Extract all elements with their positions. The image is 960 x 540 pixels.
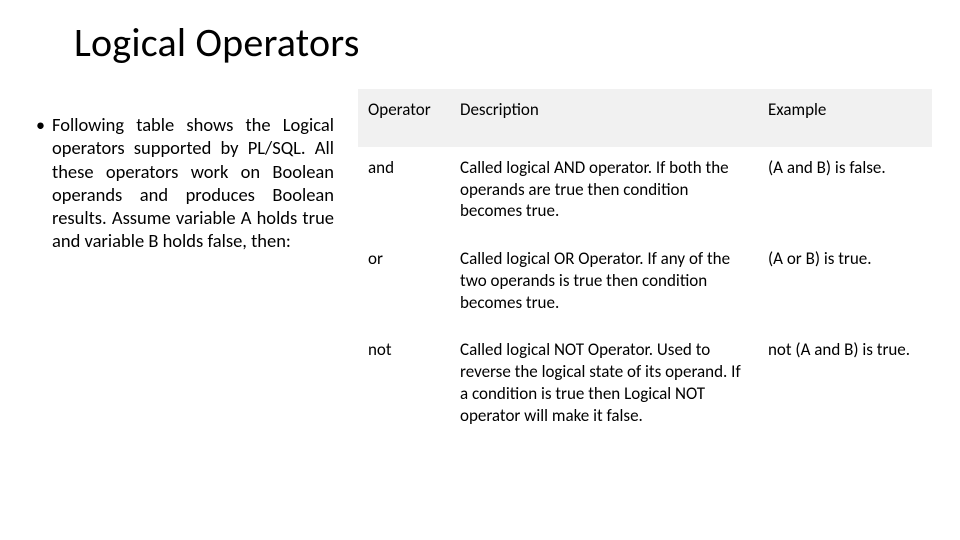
slide: Logical Operators • Following table show…	[0, 0, 960, 540]
table-row: or Called logical OR Operator. If any of…	[358, 239, 932, 330]
bullet-area: • Following table shows the Logical oper…	[36, 89, 334, 253]
header-operator: Operator	[358, 89, 450, 148]
operators-table: Operator Description Example and Called …	[358, 89, 932, 444]
table-row: not Called logical NOT Operator. Used to…	[358, 330, 932, 443]
content-area: • Following table shows the Logical oper…	[36, 89, 932, 444]
cell-operator: and	[358, 148, 450, 239]
cell-description: Called logical NOT Operator. Used to rev…	[450, 330, 758, 443]
page-title: Logical Operators	[74, 18, 932, 67]
table-row: and Called logical AND operator. If both…	[358, 148, 932, 239]
table-header-row: Operator Description Example	[358, 89, 932, 148]
bullet-marker: •	[36, 113, 52, 137]
header-example: Example	[758, 89, 932, 148]
cell-operator: or	[358, 239, 450, 330]
cell-description: Called logical OR Operator. If any of th…	[450, 239, 758, 330]
cell-example: (A and B) is false.	[758, 148, 932, 239]
cell-example: not (A and B) is true.	[758, 330, 932, 443]
bullet-item: • Following table shows the Logical oper…	[36, 113, 334, 253]
cell-example: (A or B) is true.	[758, 239, 932, 330]
header-description: Description	[450, 89, 758, 148]
cell-operator: not	[358, 330, 450, 443]
table-area: Operator Description Example and Called …	[358, 89, 932, 444]
cell-description: Called logical AND operator. If both the…	[450, 148, 758, 239]
bullet-text: Following table shows the Logical operat…	[52, 113, 334, 253]
